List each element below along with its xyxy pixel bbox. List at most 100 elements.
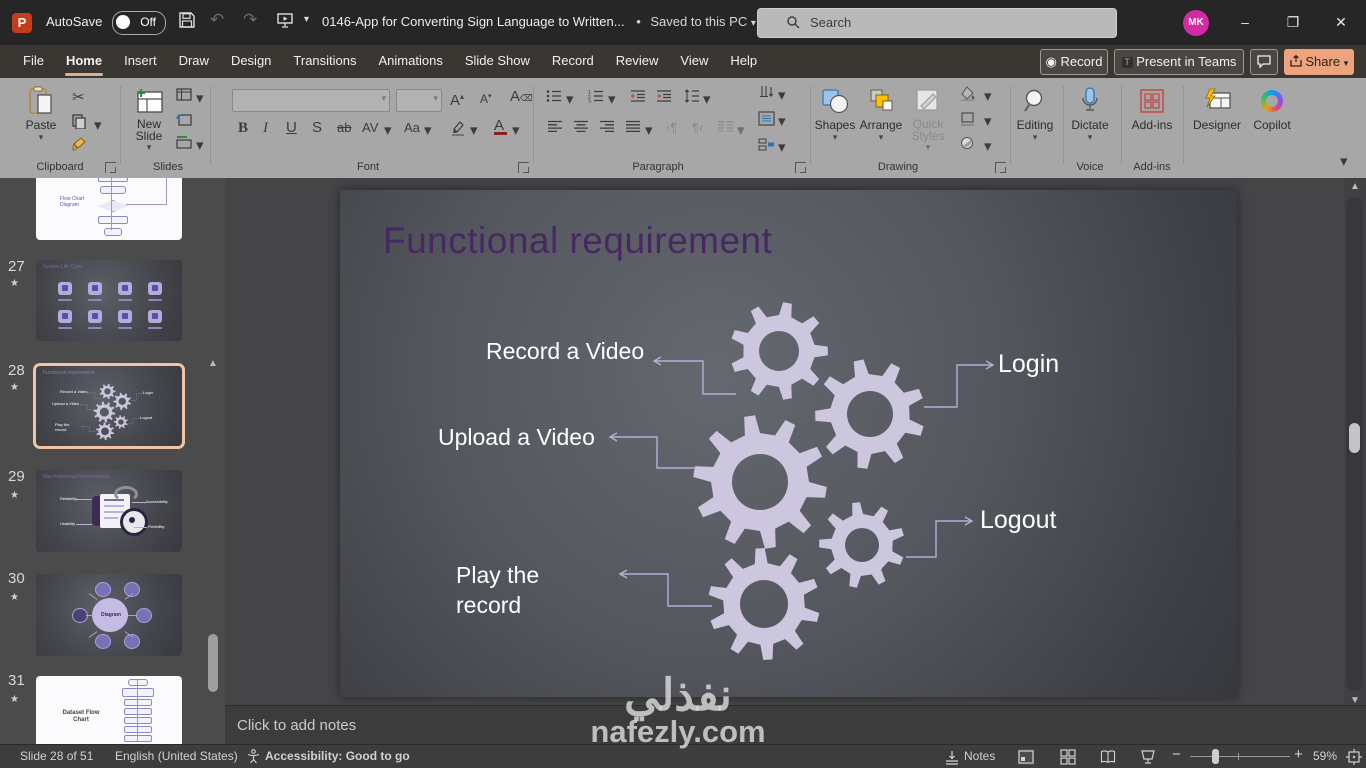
increase-indent-icon[interactable] — [656, 89, 672, 103]
language-indicator[interactable]: English (United States) — [115, 749, 238, 763]
scrollbar-thumb[interactable] — [1349, 423, 1360, 453]
notes-pane[interactable]: Click to add notes — [225, 705, 1366, 745]
dictate-chevron-icon[interactable]: ▾ — [1067, 132, 1113, 143]
comments-button[interactable] — [1250, 49, 1278, 75]
align-text-icon[interactable] — [758, 111, 775, 126]
shape-effects-chevron-icon[interactable]: ▾ — [984, 139, 992, 155]
text-direction-icon[interactable] — [758, 85, 775, 100]
slide-thumbnail-29[interactable]: Non-Functional Requirements Reliability … — [36, 470, 182, 552]
numbering-icon[interactable]: 123 — [588, 89, 604, 103]
bullets-chevron-icon[interactable]: ▾ — [566, 92, 574, 108]
tab-design[interactable]: Design — [220, 45, 282, 78]
panel-scroll-up-icon[interactable]: ▲ — [208, 359, 218, 369]
restore-button[interactable]: ❐ — [1270, 0, 1316, 45]
slide-thumbnail-26-partial[interactable]: Flow Chart Diagram — [36, 178, 182, 240]
text-shadow-button[interactable]: S — [312, 120, 322, 136]
copilot-button[interactable]: Copilot — [1246, 84, 1298, 132]
paragraph-dialog-launcher-icon[interactable] — [795, 162, 806, 173]
decrease-indent-icon[interactable] — [630, 89, 646, 103]
slide-thumbnail-30[interactable]: Diagram — [36, 574, 182, 656]
saved-status[interactable]: Saved to this PC — [650, 14, 747, 29]
font-dialog-launcher-icon[interactable] — [518, 162, 529, 173]
shape-effects-icon[interactable] — [960, 136, 976, 151]
convert-smartart-icon[interactable] — [758, 137, 775, 152]
addins-button[interactable]: Add-ins — [1126, 84, 1178, 132]
text-direction-chevron-icon[interactable]: ▾ — [778, 88, 786, 104]
collapse-ribbon-chevron-icon[interactable]: ▾ — [1340, 154, 1348, 170]
line-spacing-icon[interactable] — [684, 89, 700, 103]
bold-button[interactable]: B — [238, 120, 248, 136]
editing-button[interactable]: Editing ▾ — [1012, 84, 1058, 143]
drawing-dialog-launcher-icon[interactable] — [995, 162, 1006, 173]
minimize-button[interactable]: – — [1222, 0, 1268, 45]
character-spacing-button[interactable]: AV — [362, 120, 378, 136]
slideshow-view-button[interactable] — [1140, 749, 1156, 765]
present-in-teams-button[interactable]: T Present in Teams — [1114, 49, 1244, 75]
align-left-icon[interactable] — [548, 120, 563, 133]
highlight-color-icon[interactable] — [450, 120, 466, 136]
main-scrollbar[interactable]: ▲ ▼ ▲▲ ▼▼ — [1344, 178, 1366, 744]
change-case-chevron-icon[interactable]: ▾ — [424, 123, 432, 139]
shapes-button[interactable]: Shapes ▾ — [812, 84, 858, 143]
bullets-icon[interactable] — [546, 89, 562, 103]
record-button[interactable]: ◉ Record — [1040, 49, 1108, 75]
new-slide-chevron-icon[interactable]: ▾ — [126, 142, 172, 153]
justify-chevron-icon[interactable]: ▾ — [645, 123, 653, 139]
tab-draw[interactable]: Draw — [168, 45, 220, 78]
tab-animations[interactable]: Animations — [368, 45, 454, 78]
label-record-a-video[interactable]: Record a Video — [486, 338, 644, 365]
align-text-chevron-icon[interactable]: ▾ — [778, 114, 786, 130]
highlight-chevron-icon[interactable]: ▾ — [470, 123, 478, 139]
tab-help[interactable]: Help — [719, 45, 768, 78]
shape-outline-chevron-icon[interactable]: ▾ — [984, 114, 992, 130]
arrange-button[interactable]: Arrange ▾ — [858, 84, 904, 143]
start-slideshow-icon[interactable] — [276, 11, 294, 29]
paste-button[interactable]: Paste ▾ — [18, 84, 64, 143]
numbering-chevron-icon[interactable]: ▾ — [608, 92, 616, 108]
label-login[interactable]: Login — [998, 350, 1059, 379]
font-size-combobox[interactable] — [396, 89, 442, 112]
change-case-button[interactable]: Aa — [404, 120, 420, 136]
arrange-chevron-icon[interactable]: ▾ — [858, 132, 904, 143]
format-painter-icon[interactable] — [72, 136, 87, 151]
shape-fill-chevron-icon[interactable]: ▾ — [984, 89, 992, 105]
font-color-icon[interactable]: A — [494, 118, 507, 135]
customize-qat-chevron-icon[interactable]: ▾ — [304, 14, 309, 25]
cut-icon[interactable]: ✂ — [72, 90, 85, 106]
clear-formatting-icon[interactable]: A⌫ — [510, 89, 533, 106]
paste-chevron-icon[interactable]: ▾ — [18, 132, 64, 143]
tab-transitions[interactable]: Transitions — [282, 45, 367, 78]
tab-review[interactable]: Review — [605, 45, 670, 78]
font-color-chevron-icon[interactable]: ▾ — [512, 123, 520, 139]
zoom-level[interactable]: 59% — [1313, 749, 1337, 763]
search-input[interactable]: Search — [757, 8, 1117, 38]
editing-chevron-icon[interactable]: ▾ — [1012, 132, 1058, 143]
zoom-slider-track[interactable] — [1190, 756, 1290, 757]
notes-placeholder[interactable]: Click to add notes — [237, 717, 356, 734]
shape-fill-icon[interactable] — [960, 86, 976, 101]
section-icon[interactable] — [176, 136, 192, 149]
tab-insert[interactable]: Insert — [113, 45, 168, 78]
share-button[interactable]: Share ▾ — [1284, 49, 1354, 75]
reading-view-button[interactable] — [1100, 749, 1116, 765]
copy-icon[interactable] — [72, 114, 86, 129]
slide-canvas[interactable]: Functional requirement Record a Video Lo… — [340, 190, 1237, 697]
increase-font-size-icon[interactable]: A▴ — [450, 89, 464, 109]
copy-chevron-icon[interactable]: ▾ — [94, 118, 102, 134]
saved-chevron-icon[interactable]: ▾ — [751, 18, 756, 29]
autosave-toggle[interactable]: Off — [112, 11, 166, 35]
tab-home[interactable]: Home — [55, 45, 113, 78]
tab-slide-show[interactable]: Slide Show — [454, 45, 541, 78]
decrease-font-size-icon[interactable]: A▾ — [480, 89, 492, 107]
label-upload-a-video[interactable]: Upload a Video — [438, 424, 595, 451]
align-center-icon[interactable] — [574, 120, 589, 133]
scrollbar-track[interactable] — [1346, 197, 1363, 691]
label-play-the-record[interactable]: Play the record — [456, 560, 566, 620]
thumbnail-panel-scrollbar[interactable]: ▲ ▼ — [205, 356, 221, 768]
character-spacing-chevron-icon[interactable]: ▾ — [384, 123, 392, 139]
designer-button[interactable]: Designer — [1188, 84, 1246, 132]
italic-button[interactable]: I — [263, 120, 268, 136]
line-spacing-chevron-icon[interactable]: ▾ — [703, 92, 711, 108]
smartart-chevron-icon[interactable]: ▾ — [778, 140, 786, 156]
slide-thumbnail-27[interactable]: System Life Cycle — [36, 260, 182, 341]
